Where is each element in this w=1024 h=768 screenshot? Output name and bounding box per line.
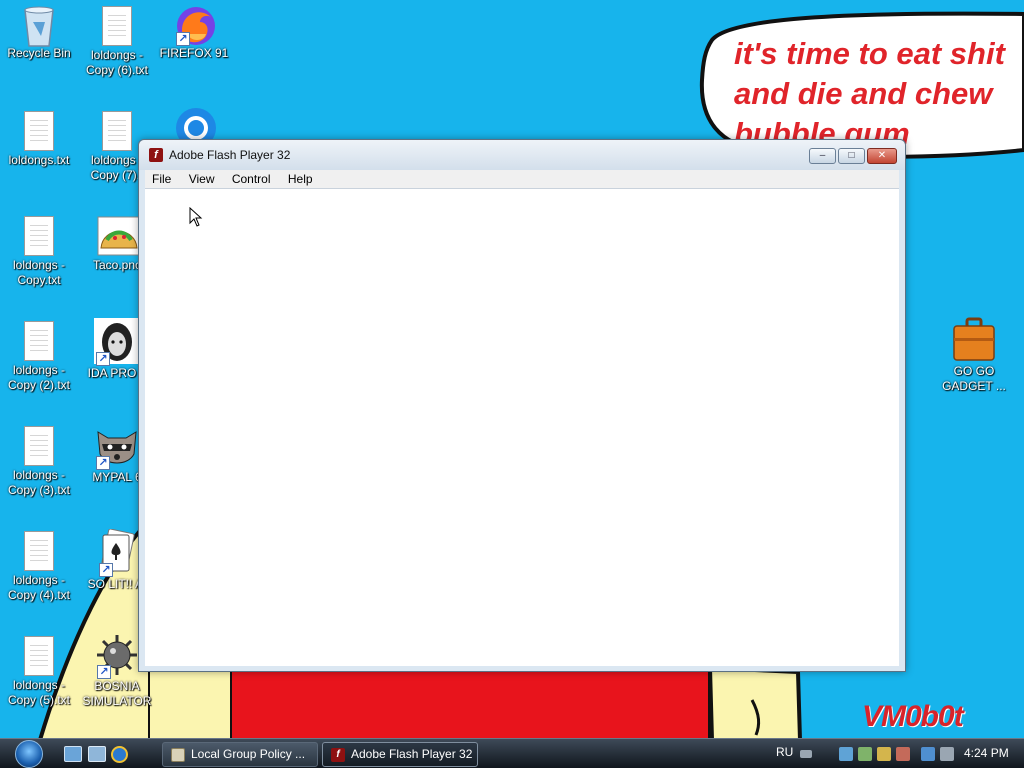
text-file-icon <box>19 216 59 256</box>
taco-image-icon <box>97 216 141 256</box>
volume-muted-icon[interactable] <box>940 747 954 761</box>
tray-app-icon[interactable] <box>896 747 910 761</box>
show-desktop-icon[interactable] <box>64 746 82 762</box>
desktop-icon-label-line2: SIMULATOR <box>82 694 152 708</box>
desktop-icon-firefox[interactable]: ↗ FIREFOX 91 <box>146 4 242 61</box>
maximize-button[interactable]: □ <box>838 148 865 164</box>
bubble-text: it's time to eat shit and die and chew b… <box>734 34 1024 154</box>
switch-windows-icon[interactable] <box>88 746 106 762</box>
tray-app-icon[interactable] <box>858 747 872 761</box>
flash-app-icon: f <box>149 148 163 162</box>
desktop-icon-label-line2: Copy (6).txt <box>85 63 148 77</box>
close-button[interactable]: ✕ <box>867 148 897 164</box>
ida-pro-icon: ↗ <box>94 318 140 366</box>
mouse-cursor-icon <box>189 207 203 227</box>
minimize-button[interactable]: – <box>809 148 836 164</box>
briefcase-icon <box>952 316 996 362</box>
flash-player-window[interactable]: f Adobe Flash Player 32 – □ ✕ File View … <box>138 139 906 672</box>
menu-help[interactable]: Help <box>281 170 320 188</box>
shortcut-arrow-icon: ↗ <box>96 456 110 470</box>
desktop-icon-label: GO GO <box>953 364 995 378</box>
recycle-bin-icon <box>19 4 59 47</box>
playing-cards-icon: ↗ <box>97 528 137 577</box>
menu-view[interactable]: View <box>182 170 222 188</box>
text-file-icon <box>19 531 59 571</box>
desktop-icon-label: BOSNIA <box>94 679 140 693</box>
internet-explorer-icon[interactable] <box>111 746 128 763</box>
taskbar-item-group-policy[interactable]: Local Group Policy ... <box>162 742 318 767</box>
bubble-line-2: and die and chew <box>734 76 993 111</box>
text-file-icon <box>19 426 59 466</box>
text-file-icon <box>19 636 59 676</box>
network-icon[interactable] <box>921 747 935 761</box>
window-title: Adobe Flash Player 32 <box>169 148 291 162</box>
text-file-icon <box>19 321 59 361</box>
window-titlebar[interactable]: f Adobe Flash Player 32 – □ ✕ <box>139 140 905 170</box>
desktop-icon-label-line2: GADGET ... <box>942 379 1006 393</box>
taskbar-item-flash-player[interactable]: f Adobe Flash Player 32 <box>322 742 478 767</box>
text-file-icon <box>97 6 137 46</box>
menu-control[interactable]: Control <box>225 170 278 188</box>
taskbar-item-label: Local Group Policy ... <box>191 747 306 761</box>
shortcut-arrow-icon: ↗ <box>96 352 110 366</box>
bubble-line-1: it's time to eat shit <box>734 36 1005 71</box>
language-indicator[interactable]: RU <box>776 745 793 759</box>
keyboard-icon[interactable] <box>800 750 812 758</box>
taskbar-clock[interactable]: 4:24 PM <box>964 746 1009 760</box>
menu-file[interactable]: File <box>145 170 178 188</box>
desktop-icon-label-line2: Copy (3).txt <box>7 483 70 497</box>
start-button[interactable] <box>8 740 50 768</box>
raccoon-icon: ↗ <box>94 424 140 470</box>
text-file-icon <box>97 111 137 151</box>
shortcut-arrow-icon: ↗ <box>176 32 190 46</box>
shortcut-arrow-icon: ↗ <box>99 563 113 577</box>
policy-editor-icon <box>171 748 185 762</box>
menu-bar: File View Control Help <box>145 170 899 188</box>
tray-app-icon[interactable] <box>877 747 891 761</box>
taskbar: Local Group Policy ... f Adobe Flash Pla… <box>0 738 1024 768</box>
desktop-icon-label-line2: Copy.txt <box>17 273 61 287</box>
mine-icon: ↗ <box>95 633 139 679</box>
desktop-icon-label: FIREFOX 91 <box>159 46 229 60</box>
tray-app-icon[interactable] <box>839 747 853 761</box>
text-file-icon <box>19 111 59 151</box>
desktop-icon-go-go-gadget[interactable]: GO GO GADGET ... <box>926 316 1022 394</box>
shortcut-arrow-icon: ↗ <box>97 665 111 679</box>
wallpaper-signature: VM0b0t <box>862 700 964 733</box>
flash-content-area[interactable] <box>145 188 899 666</box>
taskbar-item-label: Adobe Flash Player 32 <box>351 747 473 761</box>
flash-app-icon: f <box>331 748 345 762</box>
firefox-icon: ↗ <box>174 4 215 46</box>
windows-logo-icon <box>15 740 43 768</box>
